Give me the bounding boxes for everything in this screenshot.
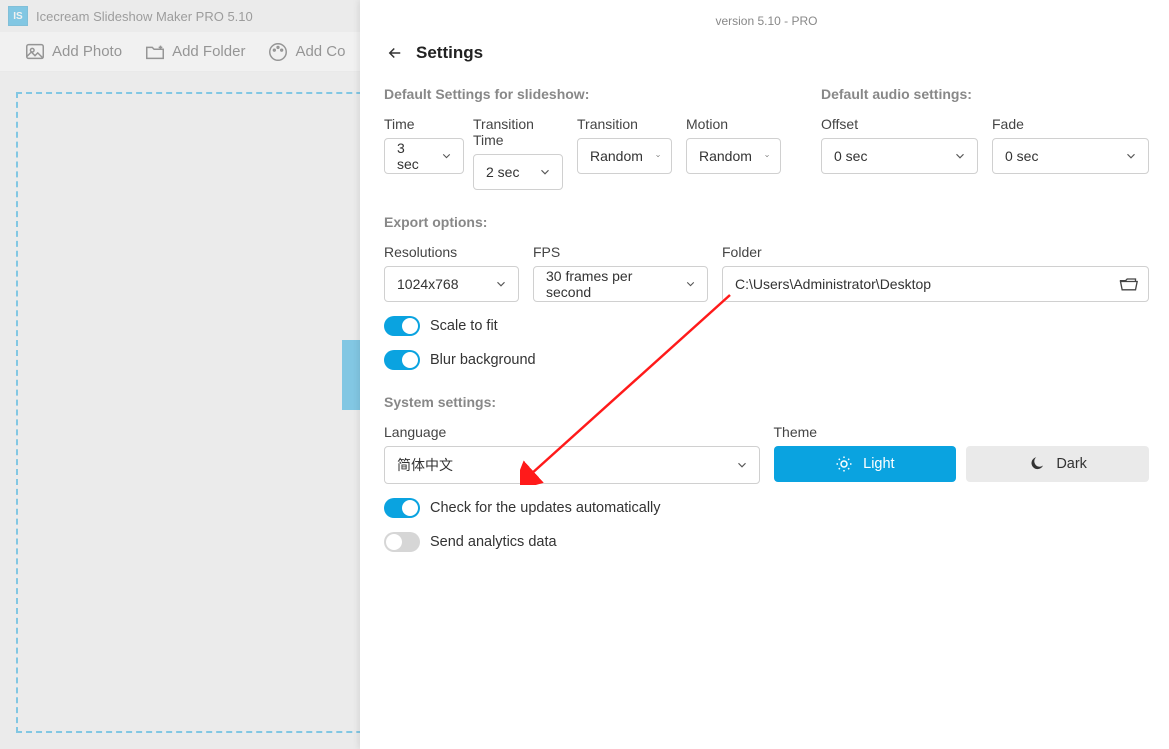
send-analytics-toggle[interactable] (384, 532, 420, 552)
version-label: version 5.10 - PRO (384, 0, 1149, 28)
motion-select[interactable]: Random (686, 138, 781, 174)
folder-value: C:\Users\Administrator\Desktop (735, 276, 931, 292)
system-section-label: System settings: (384, 394, 1149, 410)
check-updates-row: Check for the updates automatically (384, 498, 1149, 518)
check-updates-label: Check for the updates automatically (430, 500, 661, 516)
export-options-section: Export options: Resolutions 1024x768 FPS… (384, 214, 1149, 370)
resolutions-select[interactable]: 1024x768 (384, 266, 519, 302)
offset-select[interactable]: 0 sec (821, 138, 978, 174)
back-button[interactable] (384, 42, 406, 64)
blur-bg-label: Blur background (430, 352, 536, 368)
resolutions-label: Resolutions (384, 244, 519, 260)
resolutions-value: 1024x768 (397, 276, 459, 292)
language-value: 简体中文 (397, 455, 453, 475)
fade-value: 0 sec (1005, 148, 1038, 164)
motion-value: Random (699, 148, 752, 164)
send-analytics-row: Send analytics data (384, 532, 1149, 552)
chevron-down-icon (538, 165, 552, 179)
motion-label: Motion (686, 116, 781, 132)
folder-label: Folder (722, 244, 1149, 260)
settings-title: Settings (416, 43, 483, 63)
settings-panel: version 5.10 - PRO Settings Default Sett… (360, 0, 1169, 749)
transition-value: Random (590, 148, 643, 164)
moon-icon (1028, 455, 1046, 473)
send-analytics-label: Send analytics data (430, 534, 557, 550)
theme-dark-label: Dark (1056, 456, 1087, 472)
theme-dark-button[interactable]: Dark (966, 446, 1149, 482)
scale-to-fit-row: Scale to fit (384, 316, 1149, 336)
transition-time-label: Transition Time (473, 116, 563, 148)
sun-icon (835, 455, 853, 473)
fade-label: Fade (992, 116, 1149, 132)
chevron-down-icon (764, 149, 770, 163)
export-section-label: Export options: (384, 214, 1149, 230)
panel-header: Settings (384, 28, 1149, 86)
audio-section-label: Default audio settings: (821, 86, 1149, 102)
slideshow-defaults-section: Default Settings for slideshow: Time 3 s… (384, 86, 781, 190)
blur-bg-row: Blur background (384, 350, 1149, 370)
offset-label: Offset (821, 116, 978, 132)
fps-label: FPS (533, 244, 708, 260)
chevron-down-icon (684, 277, 697, 291)
chevron-down-icon (494, 277, 508, 291)
theme-light-button[interactable]: Light (774, 446, 957, 482)
transition-time-value: 2 sec (486, 164, 519, 180)
transition-select[interactable]: Random (577, 138, 672, 174)
fps-select[interactable]: 30 frames per second (533, 266, 708, 302)
fade-select[interactable]: 0 sec (992, 138, 1149, 174)
slideshow-section-label: Default Settings for slideshow: (384, 86, 781, 102)
language-select[interactable]: 简体中文 (384, 446, 760, 484)
system-settings-section: System settings: Language 简体中文 Theme Lig… (384, 394, 1149, 552)
chevron-down-icon (735, 458, 749, 472)
time-select[interactable]: 3 sec (384, 138, 464, 174)
scale-to-fit-toggle[interactable] (384, 316, 420, 336)
arrow-left-icon (386, 44, 404, 62)
fps-value: 30 frames per second (546, 268, 672, 300)
time-label: Time (384, 116, 459, 132)
time-value: 3 sec (397, 140, 428, 172)
chevron-down-icon (440, 149, 453, 163)
chevron-down-icon (655, 149, 661, 163)
audio-defaults-section: Default audio settings: Offset 0 sec Fad… (821, 86, 1149, 190)
transition-label: Transition (577, 116, 672, 132)
scale-to-fit-label: Scale to fit (430, 318, 498, 334)
theme-label: Theme (774, 424, 1150, 440)
chevron-down-icon (953, 149, 967, 163)
theme-light-label: Light (863, 456, 894, 472)
offset-value: 0 sec (834, 148, 867, 164)
folder-input[interactable]: C:\Users\Administrator\Desktop (722, 266, 1149, 302)
transition-time-select[interactable]: 2 sec (473, 154, 563, 190)
chevron-down-icon (1124, 149, 1138, 163)
blur-bg-toggle[interactable] (384, 350, 420, 370)
language-label: Language (384, 424, 760, 440)
check-updates-toggle[interactable] (384, 498, 420, 518)
folder-open-icon[interactable] (1118, 274, 1138, 294)
